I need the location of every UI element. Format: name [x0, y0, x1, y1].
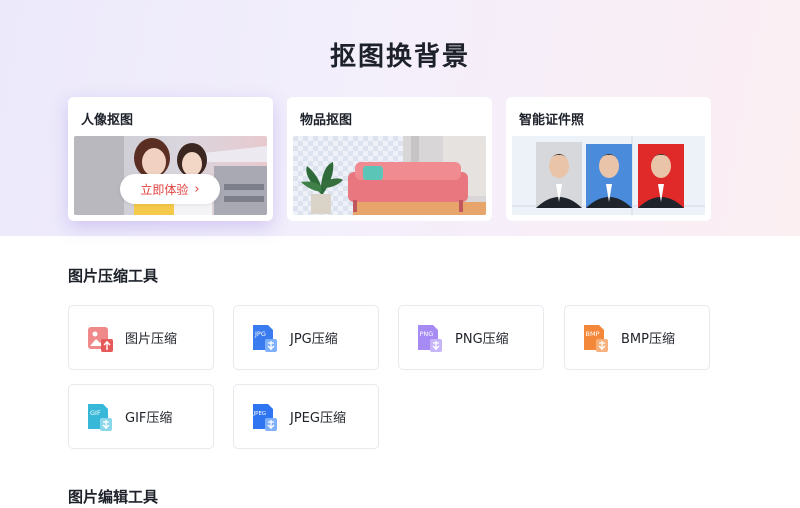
card-id-photo[interactable]: 智能证件照 [506, 97, 711, 221]
try-now-button[interactable]: 立即体验 › [120, 174, 220, 204]
svg-text:JPEG: JPEG [253, 411, 267, 417]
hero-banner: 抠图换背景 人像抠图 立即体验 › 物品抠图 智能证件照 [0, 0, 800, 236]
gif-file-icon: GIF [87, 403, 113, 431]
svg-text:GIF: GIF [90, 409, 101, 417]
tool-label: JPG压缩 [290, 332, 338, 347]
bmp-file-icon: BMP [583, 324, 609, 352]
card-title: 智能证件照 [519, 113, 585, 128]
svg-text:BMP: BMP [586, 330, 600, 338]
svg-text:PNG: PNG [420, 330, 434, 338]
tool-jpg-compress[interactable]: JPG JPG压缩 [233, 305, 379, 370]
try-now-label: 立即体验 [140, 182, 189, 197]
tool-bmp-compress[interactable]: BMP BMP压缩 [564, 305, 710, 370]
tool-label: BMP压缩 [621, 332, 675, 347]
tool-label: 图片压缩 [125, 332, 178, 347]
png-file-icon: PNG [417, 324, 443, 352]
tool-image-compress[interactable]: 图片压缩 [68, 305, 214, 370]
svg-text:JPG: JPG [254, 330, 266, 338]
section-title-compress: 图片压缩工具 [68, 267, 159, 285]
tool-label: GIF压缩 [125, 411, 173, 426]
image-compress-icon [87, 324, 113, 352]
id-photo-image [512, 136, 705, 215]
jpg-file-icon: JPG [252, 324, 278, 352]
tool-label: PNG压缩 [455, 332, 509, 347]
card-portrait-cutout[interactable]: 人像抠图 立即体验 › [68, 97, 273, 221]
tool-jpeg-compress[interactable]: JPEG JPEG压缩 [233, 384, 379, 449]
tool-label: JPEG压缩 [290, 411, 346, 426]
page-title: 抠图换背景 [329, 42, 470, 72]
jpeg-file-icon: JPEG [252, 403, 278, 431]
tool-gif-compress[interactable]: GIF GIF压缩 [68, 384, 214, 449]
card-object-cutout[interactable]: 物品抠图 [287, 97, 492, 221]
card-title: 人像抠图 [81, 113, 134, 128]
section-title-edit: 图片编辑工具 [68, 488, 159, 506]
card-title: 物品抠图 [300, 113, 353, 128]
portrait-cutout-image: 立即体验 › [74, 136, 267, 215]
object-cutout-image [293, 136, 486, 215]
tool-png-compress[interactable]: PNG PNG压缩 [398, 305, 544, 370]
chevron-right-icon: › [194, 181, 200, 197]
